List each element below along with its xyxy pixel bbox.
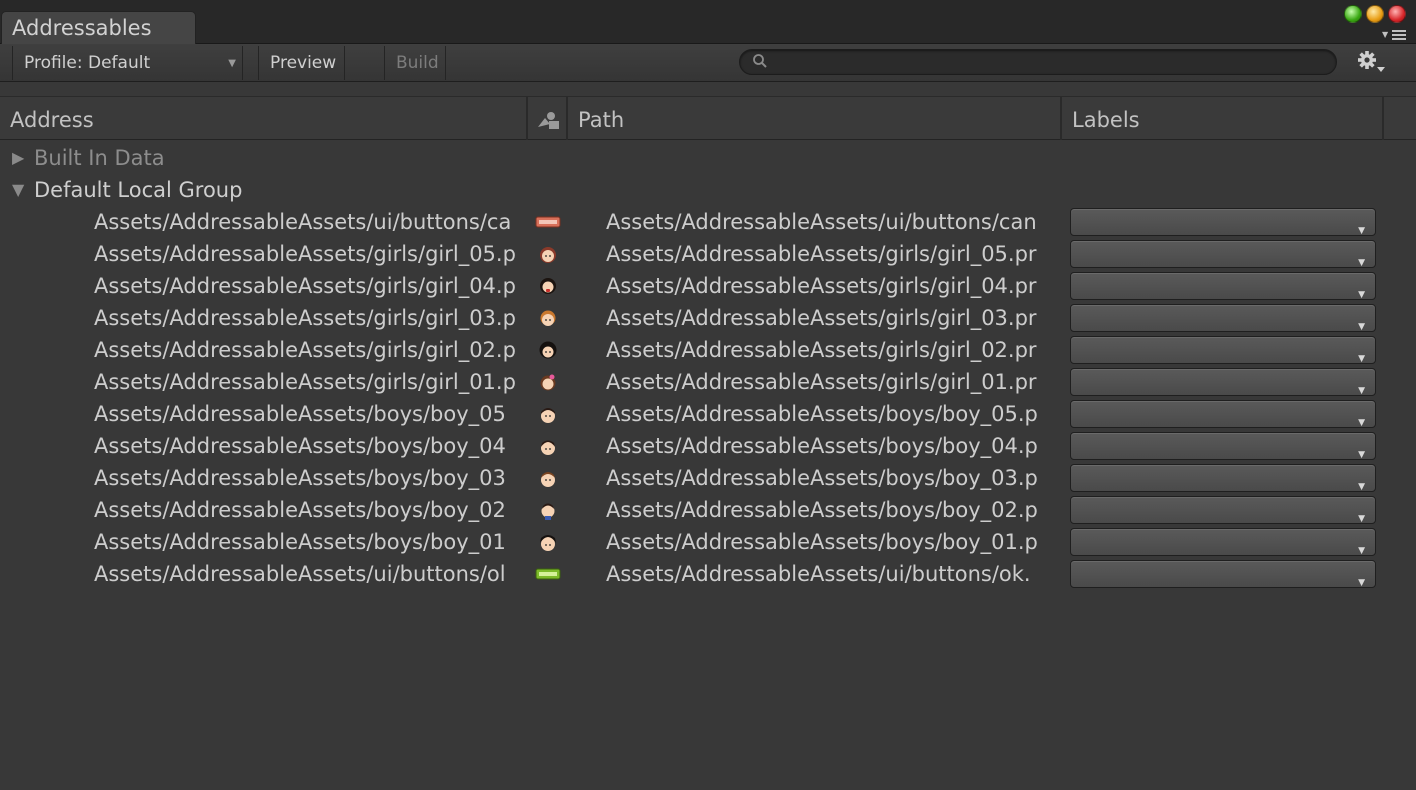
entry-address: Assets/AddressableAssets/girls/girl_01.p [94, 370, 516, 394]
entry-path: Assets/AddressableAssets/girls/girl_05.p… [606, 242, 1037, 266]
profile-label: Profile: Default [24, 53, 151, 73]
boy-face-icon [540, 535, 556, 551]
entry-path: Assets/AddressableAssets/boys/boy_05.p [606, 402, 1038, 426]
boy-face-icon [541, 472, 555, 487]
table-row[interactable]: Assets/AddressableAssets/boys/boy_01 Ass… [0, 526, 1416, 558]
search-input[interactable] [774, 52, 1324, 72]
labels-dropdown[interactable]: ▼ [1070, 304, 1376, 332]
entry-address: Assets/AddressableAssets/boys/boy_01 [94, 530, 506, 554]
header-labels[interactable]: Labels [1062, 97, 1384, 140]
entry-address: Assets/AddressableAssets/girls/girl_03.p [94, 306, 516, 330]
table-row[interactable]: Assets/AddressableAssets/boys/boy_05 Ass… [0, 398, 1416, 430]
entry-path: Assets/AddressableAssets/ui/buttons/ok. [606, 562, 1031, 586]
table-row[interactable]: Assets/AddressableAssets/ui/buttons/ca A… [0, 206, 1416, 238]
entry-path: Assets/AddressableAssets/boys/boy_04.p [606, 434, 1038, 458]
preview-label: Preview [270, 53, 337, 73]
header-labels-label: Labels [1072, 108, 1140, 132]
entry-address: Assets/AddressableAssets/boys/boy_04 [94, 434, 506, 458]
table-row[interactable]: Assets/AddressableAssets/girls/girl_05.p… [0, 238, 1416, 270]
table-row[interactable]: Assets/AddressableAssets/girls/girl_01.p… [0, 366, 1416, 398]
maximize-button[interactable] [1344, 5, 1362, 23]
entry-address: Assets/AddressableAssets/girls/girl_04.p [94, 274, 516, 298]
chevron-down-icon: ▼ [228, 58, 236, 69]
girl-face-icon [540, 247, 556, 263]
entry-path: Assets/AddressableAssets/boys/boy_03.p [606, 466, 1038, 490]
boy-face-icon [541, 503, 555, 520]
ok-button-icon [535, 568, 561, 580]
girl-face-icon [540, 374, 556, 391]
girl-face-icon [540, 278, 556, 294]
labels-dropdown[interactable]: ▼ [1070, 336, 1376, 364]
group-label: Default Local Group [34, 178, 243, 202]
entry-path: Assets/AddressableAssets/boys/boy_02.p [606, 498, 1038, 522]
labels-dropdown[interactable]: ▼ [1070, 272, 1376, 300]
labels-dropdown[interactable]: ▼ [1070, 400, 1376, 428]
tab-bar: Addressables ▼ [0, 0, 1416, 45]
entry-address: Assets/AddressableAssets/ui/buttons/ca [94, 210, 512, 234]
cancel-button-icon [535, 216, 561, 228]
entry-path: Assets/AddressableAssets/girls/girl_01.p… [606, 370, 1037, 394]
profile-dropdown[interactable]: Profile: Default ▼ [12, 46, 243, 80]
labels-dropdown[interactable]: ▼ [1070, 496, 1376, 524]
header-address-label: Address [10, 108, 94, 132]
labels-dropdown[interactable]: ▼ [1070, 432, 1376, 460]
table-row[interactable]: Assets/AddressableAssets/boys/boy_03 Ass… [0, 462, 1416, 494]
labels-dropdown[interactable]: ▼ [1070, 240, 1376, 268]
entry-address: Assets/AddressableAssets/ui/buttons/ol [94, 562, 506, 586]
tab-title: Addressables [12, 16, 152, 40]
entry-path: Assets/AddressableAssets/girls/girl_03.p… [606, 306, 1037, 330]
chevron-down-icon: ▼ [1358, 578, 1365, 588]
labels-dropdown[interactable]: ▼ [1070, 560, 1376, 588]
entry-path: Assets/AddressableAssets/girls/girl_02.p… [606, 338, 1037, 362]
collapse-arrow-icon[interactable]: ▼ [12, 174, 24, 206]
expand-arrow-icon[interactable]: ▶ [12, 142, 24, 174]
group-default-local[interactable]: ▼ Default Local Group [0, 174, 1416, 206]
entry-address: Assets/AddressableAssets/boys/boy_02 [94, 498, 506, 522]
boy-face-icon [541, 440, 555, 455]
header-path-label: Path [578, 108, 625, 132]
tab-addressables[interactable]: Addressables [1, 11, 196, 45]
minimize-button[interactable] [1366, 5, 1384, 23]
girl-face-icon [540, 310, 556, 326]
header-path[interactable]: Path [568, 97, 1062, 140]
entry-path: Assets/AddressableAssets/boys/boy_01.p [606, 530, 1038, 554]
girl-face-icon [539, 341, 557, 359]
gear-icon[interactable] [1356, 49, 1386, 77]
boy-face-icon [541, 408, 555, 423]
search-icon [753, 54, 767, 68]
table-row[interactable]: Assets/AddressableAssets/girls/girl_02.p… [0, 334, 1416, 366]
header-type[interactable] [528, 97, 568, 140]
tab-menu-icon[interactable]: ▼ [1380, 28, 1406, 40]
entry-address: Assets/AddressableAssets/girls/girl_05.p [94, 242, 516, 266]
entry-address: Assets/AddressableAssets/boys/boy_03 [94, 466, 506, 490]
build-label: Build [396, 53, 439, 73]
build-button[interactable]: Build [384, 46, 446, 80]
labels-dropdown[interactable]: ▼ [1070, 368, 1376, 396]
header-address[interactable]: Address [0, 97, 528, 140]
entry-address: Assets/AddressableAssets/girls/girl_02.p [94, 338, 516, 362]
asset-type-icon [538, 112, 559, 129]
group-label: Built In Data [34, 146, 165, 170]
preview-button[interactable]: Preview [258, 46, 345, 80]
table-row[interactable]: Assets/AddressableAssets/girls/girl_04.p… [0, 270, 1416, 302]
column-header: Address Path Labels [0, 96, 1416, 140]
labels-dropdown[interactable]: ▼ [1070, 208, 1376, 236]
table-row[interactable]: Assets/AddressableAssets/boys/boy_04 Ass… [0, 430, 1416, 462]
entry-address: Assets/AddressableAssets/boys/boy_05 [94, 402, 506, 426]
search-field[interactable] [739, 49, 1337, 75]
table-row[interactable]: Assets/AddressableAssets/ui/buttons/ol A… [0, 558, 1416, 590]
window-controls [1340, 5, 1406, 25]
close-button[interactable] [1388, 5, 1406, 23]
group-built-in-data[interactable]: ▶ Built In Data [0, 142, 1416, 174]
table-row[interactable]: Assets/AddressableAssets/boys/boy_02 Ass… [0, 494, 1416, 526]
toolbar: Profile: Default ▼ Preview Build [0, 44, 1416, 82]
labels-dropdown[interactable]: ▼ [1070, 464, 1376, 492]
labels-dropdown[interactable]: ▼ [1070, 528, 1376, 556]
table-row[interactable]: Assets/AddressableAssets/girls/girl_03.p… [0, 302, 1416, 334]
entry-path: Assets/AddressableAssets/girls/girl_04.p… [606, 274, 1037, 298]
entry-path: Assets/AddressableAssets/ui/buttons/can [606, 210, 1037, 234]
